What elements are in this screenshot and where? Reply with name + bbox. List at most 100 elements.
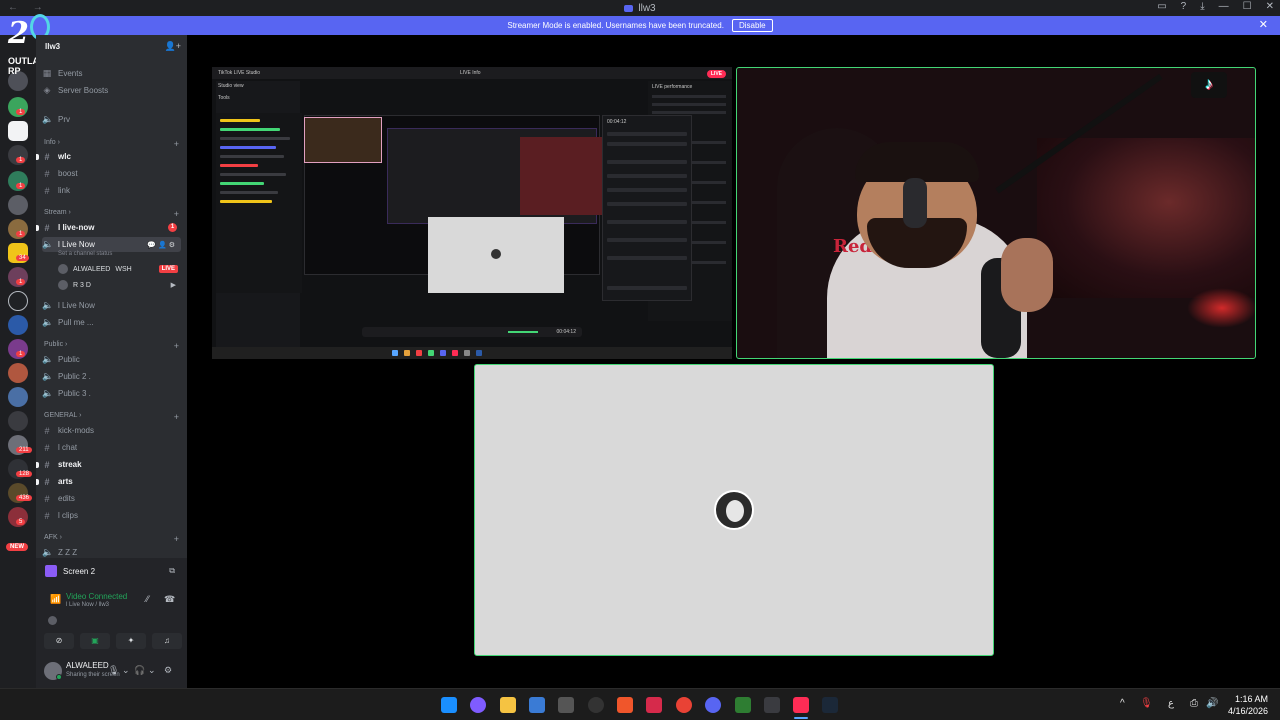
screen-share-panel[interactable]: Screen 2 ⧉ bbox=[36, 558, 187, 584]
channel-actions[interactable]: 💬👤⚙ bbox=[147, 241, 177, 249]
disconnect-icon[interactable]: ☎ bbox=[164, 594, 175, 605]
text-channel-kick-mods[interactable]: # kick-mods bbox=[42, 423, 181, 438]
connection-status[interactable]: Video Connected bbox=[66, 592, 127, 601]
chevron-down-icon[interactable]: ⌄ bbox=[122, 665, 130, 676]
minimize-button[interactable]: — bbox=[1219, 1, 1229, 12]
add-channel-icon[interactable]: + bbox=[174, 209, 179, 219]
text-channel-boost[interactable]: # boost bbox=[42, 166, 181, 181]
close-window-button[interactable]: ✕ bbox=[1266, 1, 1274, 12]
connection-channel[interactable]: l Live Now / llw3 bbox=[66, 602, 109, 608]
voice-channel-prv[interactable]: 🔈 Prv bbox=[42, 112, 181, 127]
store-icon[interactable] bbox=[529, 697, 545, 713]
brave-icon[interactable] bbox=[617, 697, 633, 713]
activities-button[interactable]: ✦ bbox=[116, 633, 146, 649]
add-channel-icon[interactable]: + bbox=[174, 412, 179, 422]
add-channel-icon[interactable]: + bbox=[174, 139, 179, 149]
stream-tile-studio[interactable]: TikTok LIVE Studio LIVE Info LIVE Studio… bbox=[212, 67, 732, 359]
server-icon[interactable] bbox=[8, 363, 28, 383]
voice-channel-pull-me[interactable]: 🔈 Pull me ... bbox=[42, 315, 181, 330]
server-icon[interactable] bbox=[8, 411, 28, 431]
volume-icon[interactable]: 🔊 bbox=[1206, 698, 1218, 709]
voice-user-r3d[interactable]: R 3 D ▶ bbox=[58, 278, 178, 292]
stream-tile-screen[interactable] bbox=[474, 364, 994, 656]
app-icon[interactable] bbox=[588, 697, 604, 713]
popout-icon[interactable]: ⧉ bbox=[169, 566, 175, 576]
text-channel-wlc[interactable]: # wlc bbox=[36, 149, 181, 164]
speaker-icon: 🔈 bbox=[42, 300, 54, 310]
voice-channel-live-now[interactable]: 🔈 l Live Now 💬👤⚙ bbox=[42, 237, 181, 252]
category-info[interactable]: Info › + bbox=[44, 139, 179, 149]
signal-icon[interactable]: 📶 bbox=[50, 594, 61, 605]
server-boosts-item[interactable]: ◈ Server Boosts bbox=[42, 83, 181, 98]
network-icon[interactable]: ⎙ bbox=[1190, 698, 1198, 709]
text-channel-arts[interactable]: # arts bbox=[36, 474, 181, 489]
help-icon[interactable]: ? bbox=[1181, 1, 1187, 12]
inbox-icon[interactable]: ▭ bbox=[1157, 1, 1166, 12]
settings-gear-icon[interactable]: ⚙ bbox=[164, 665, 172, 676]
microphone-icon[interactable]: 🎙 bbox=[108, 665, 119, 676]
copilot-icon[interactable] bbox=[470, 697, 486, 713]
category-general[interactable]: GENERAL › + bbox=[44, 412, 179, 422]
mention-badge: 1 bbox=[168, 223, 177, 232]
terminal-icon[interactable] bbox=[558, 697, 574, 713]
show-hidden-icons[interactable]: ^ bbox=[1120, 698, 1125, 709]
steam-icon[interactable] bbox=[822, 697, 838, 713]
banner-close-icon[interactable]: ✕ bbox=[1259, 18, 1268, 31]
user-name[interactable]: ALWALEED bbox=[66, 661, 109, 670]
capcut-icon[interactable] bbox=[764, 697, 780, 713]
taskbar-clock[interactable]: 1:16 AM 4/16/2026 bbox=[1228, 693, 1268, 717]
category-stream[interactable]: Stream › + bbox=[44, 209, 179, 219]
server-header[interactable]: llw3 👤+ bbox=[36, 35, 187, 59]
server-icon[interactable] bbox=[8, 121, 28, 141]
soundboard-button[interactable]: ♫ bbox=[152, 633, 182, 649]
server-icon[interactable] bbox=[8, 315, 28, 335]
text-channel-live-now[interactable]: # l live-now 1 bbox=[36, 220, 181, 235]
voice-channel-public-2[interactable]: 🔈 Public 2 . bbox=[42, 369, 181, 384]
file-explorer-icon[interactable] bbox=[500, 697, 516, 713]
chevron-down-icon[interactable]: ⌄ bbox=[148, 665, 156, 676]
new-servers-pill[interactable]: NEW bbox=[6, 543, 28, 551]
stream-tile-camera[interactable]: RedBull ♪ bbox=[736, 67, 1256, 359]
input-language-icon[interactable]: ع bbox=[1168, 698, 1174, 709]
category-public[interactable]: Public › + bbox=[44, 341, 179, 351]
noise-suppression-icon[interactable]: ⁄⁄ bbox=[146, 594, 149, 604]
start-button[interactable] bbox=[441, 697, 457, 713]
share-screen-button[interactable]: ▣ bbox=[80, 633, 110, 649]
category-label: Stream bbox=[44, 209, 67, 216]
headphones-icon[interactable]: 🎧 bbox=[134, 665, 145, 676]
text-channel-edits[interactable]: # edits bbox=[42, 491, 181, 506]
excel-icon[interactable] bbox=[735, 697, 751, 713]
text-channel-streak[interactable]: # streak bbox=[36, 457, 181, 472]
avatar bbox=[491, 249, 501, 259]
voice-user-alwaleed[interactable]: ALWALEED WSH LIVE bbox=[58, 262, 178, 276]
text-channel-link[interactable]: # link bbox=[42, 183, 181, 198]
category-afk[interactable]: AFK › + bbox=[44, 534, 179, 544]
camera-off-button[interactable]: ⊘ bbox=[44, 633, 74, 649]
voice-channel-live-now-2[interactable]: 🔈 l Live Now bbox=[42, 298, 181, 313]
invite-people-icon[interactable]: 👤+ bbox=[165, 41, 181, 52]
download-icon[interactable]: ⤓ bbox=[1200, 1, 1204, 12]
add-channel-icon[interactable]: + bbox=[174, 534, 179, 544]
adobe-icon[interactable] bbox=[646, 697, 662, 713]
tiktok-studio-taskbar-icon[interactable] bbox=[793, 697, 809, 713]
maximize-button[interactable]: ☐ bbox=[1243, 1, 1252, 12]
server-icon[interactable] bbox=[8, 291, 28, 311]
voice-channel-public-3[interactable]: 🔈 Public 3 . bbox=[42, 386, 181, 401]
server-icon[interactable] bbox=[8, 195, 28, 215]
server-badge: 211 bbox=[16, 447, 32, 453]
voice-channel-public[interactable]: 🔈 Public bbox=[42, 352, 181, 367]
disable-streamer-mode-button[interactable]: Disable bbox=[731, 19, 773, 32]
channel-label: Public 3 . bbox=[58, 389, 91, 398]
add-channel-icon[interactable]: + bbox=[174, 341, 179, 351]
set-channel-status[interactable]: Set a channel status bbox=[58, 251, 112, 257]
studio-guest-thumbnail bbox=[304, 117, 382, 163]
chrome-icon[interactable] bbox=[676, 697, 692, 713]
activity-icon[interactable] bbox=[48, 616, 57, 625]
discord-taskbar-icon[interactable] bbox=[705, 697, 721, 713]
text-channel-chat[interactable]: # l chat bbox=[42, 440, 181, 455]
events-item[interactable]: ▦ Events bbox=[42, 66, 181, 81]
microphone-in-use-icon[interactable]: 🎙 bbox=[1140, 698, 1153, 709]
hash-icon: # bbox=[44, 168, 50, 179]
server-icon[interactable] bbox=[8, 387, 28, 407]
text-channel-clips[interactable]: # l clips bbox=[42, 508, 181, 523]
